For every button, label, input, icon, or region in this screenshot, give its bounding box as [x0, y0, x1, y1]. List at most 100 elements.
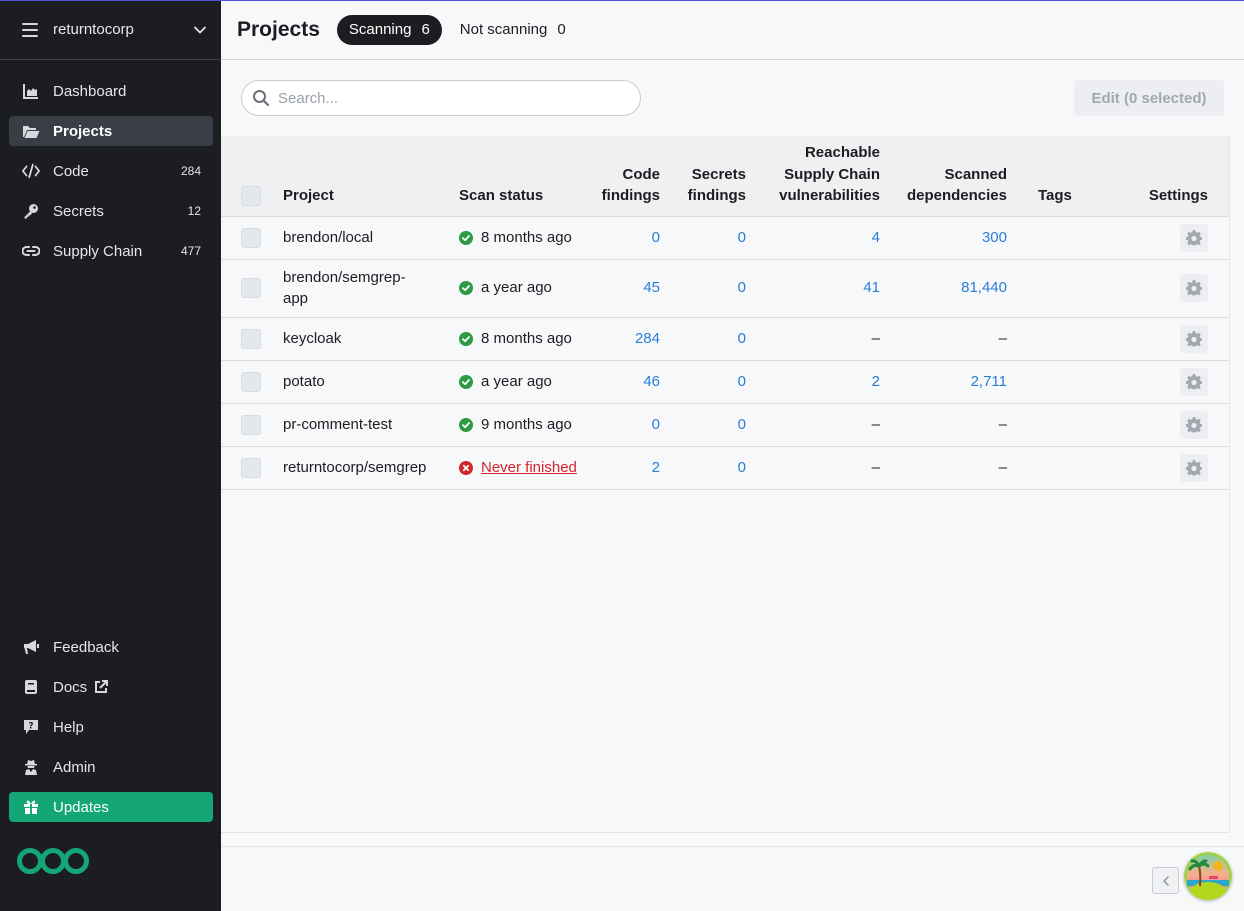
sidebar-item-projects[interactable]: Projects	[9, 116, 213, 146]
header-line: Reachable	[804, 144, 880, 161]
row-checkbox[interactable]	[241, 371, 261, 392]
scan-time: 8 months ago	[481, 329, 572, 347]
scanned-deps-link[interactable]: 300	[982, 229, 1007, 246]
search-input[interactable]	[278, 89, 640, 107]
reachable-vulns-link[interactable]: 41	[863, 279, 880, 296]
tab-label: Scanning	[348, 21, 412, 38]
project-name-line: app	[283, 290, 309, 307]
row-checkbox[interactable]	[241, 227, 261, 248]
scan-failed-link[interactable]: Never finished	[481, 457, 577, 479]
key-icon	[22, 202, 40, 220]
tab-not-scanning[interactable]: Not scanning 0	[448, 15, 578, 45]
search-box[interactable]	[241, 80, 641, 116]
code-findings-link[interactable]: 284	[635, 330, 660, 347]
tags-cell	[1009, 259, 1108, 318]
main-nav: Dashboard Projects Code 284 Secrets 12 S…	[0, 60, 221, 266]
sidebar-item-label: Supply Chain	[53, 242, 143, 260]
question-comment-icon: ?	[22, 718, 40, 736]
sidebar-item-dashboard[interactable]: Dashboard	[9, 76, 213, 106]
code-findings-link[interactable]: 0	[652, 416, 660, 433]
reachable-vulns-link[interactable]: 4	[872, 229, 880, 246]
project-settings-button[interactable]	[1180, 367, 1208, 396]
scanned-deps-link[interactable]: 81,440	[961, 279, 1007, 296]
project-name[interactable]: brendon/semgrep- app	[283, 259, 459, 318]
column-header-secrets-findings[interactable]: Secrets findings	[662, 136, 748, 217]
sidebar-item-feedback[interactable]: Feedback	[9, 632, 213, 662]
sidebar-item-updates[interactable]: Updates	[9, 792, 213, 822]
org-switcher[interactable]: returntocorp	[0, 0, 221, 60]
row-checkbox[interactable]	[241, 457, 261, 478]
secrets-findings-link[interactable]: 0	[738, 330, 746, 347]
tab-count: 0	[557, 21, 566, 38]
check-circle-icon	[459, 281, 473, 295]
secrets-findings-link[interactable]: 0	[738, 416, 746, 433]
sidebar-item-label: Help	[53, 718, 84, 736]
tags-cell	[1009, 317, 1108, 361]
code-findings-link[interactable]: 45	[643, 279, 660, 296]
column-header-scanned-deps[interactable]: Scanned dependencies	[882, 136, 1009, 217]
project-settings-button[interactable]	[1180, 453, 1208, 482]
project-name[interactable]: returntocorp/semgrep	[283, 446, 459, 490]
collapse-panel-button[interactable]	[1152, 867, 1179, 894]
scanned-deps-link[interactable]: 2,711	[971, 373, 1007, 390]
sidebar-item-secrets[interactable]: Secrets 12	[9, 196, 213, 226]
secrets-findings-link[interactable]: 0	[738, 373, 746, 390]
megaphone-icon	[22, 638, 40, 656]
island-avatar-icon	[1184, 852, 1232, 900]
book-icon	[22, 678, 40, 696]
column-header-reachable-vulns[interactable]: Reachable Supply Chain vulnerabilities	[748, 136, 882, 217]
project-name[interactable]: keycloak	[283, 317, 459, 361]
select-all-checkbox[interactable]	[241, 186, 261, 207]
tab-scanning[interactable]: Scanning 6	[336, 14, 442, 45]
chevron-left-icon	[1162, 875, 1169, 886]
user-avatar[interactable]	[1184, 852, 1232, 900]
table-row: brendon/local 8 months ago 0 0 4 300	[221, 216, 1229, 260]
sidebar-item-admin[interactable]: Admin	[9, 752, 213, 782]
project-name[interactable]: potato	[283, 360, 459, 404]
sidebar-item-code[interactable]: Code 284	[9, 156, 213, 186]
scan-time: 8 months ago	[481, 228, 572, 246]
project-settings-button[interactable]	[1180, 324, 1208, 353]
check-circle-icon	[459, 331, 473, 346]
sidebar-item-label: Secrets	[53, 202, 104, 220]
sidebar-item-help[interactable]: ? Help	[9, 712, 213, 742]
code-count-badge: 284	[180, 164, 201, 178]
project-name[interactable]: pr-comment-test	[283, 403, 459, 447]
column-header-tags: Tags	[1009, 136, 1108, 217]
project-settings-button[interactable]	[1180, 223, 1208, 252]
hamburger-menu-icon[interactable]	[22, 22, 38, 37]
secrets-findings-link[interactable]: 0	[738, 229, 746, 246]
project-settings-button[interactable]	[1180, 274, 1208, 302]
sidebar-item-label: Docs	[53, 678, 88, 696]
sidebar-item-docs[interactable]: Docs	[9, 672, 213, 702]
check-circle-icon	[459, 374, 473, 389]
tags-cell	[1009, 403, 1108, 447]
edit-selected-button[interactable]: Edit (0 selected)	[1074, 80, 1224, 116]
project-settings-button[interactable]	[1180, 410, 1208, 439]
row-checkbox[interactable]	[241, 328, 261, 349]
header-line: Code	[622, 165, 661, 183]
scan-time: 9 months ago	[481, 415, 572, 433]
semgrep-logo[interactable]	[17, 846, 89, 876]
code-findings-link[interactable]: 46	[643, 373, 660, 390]
table-row: keycloak 8 months ago 284 0 – –	[221, 317, 1229, 361]
column-header-scan-status[interactable]: Scan status	[459, 136, 599, 217]
code-findings-link[interactable]: 0	[652, 229, 660, 246]
project-name[interactable]: brendon/local	[283, 216, 459, 260]
user-secret-icon	[22, 758, 40, 776]
sidebar-item-supply-chain[interactable]: Supply Chain 477	[9, 236, 213, 266]
column-header-code-findings[interactable]: Code findings	[599, 136, 662, 217]
secrets-findings-link[interactable]: 0	[738, 459, 746, 476]
sidebar-item-label: Dashboard	[53, 82, 127, 100]
tags-cell	[1009, 446, 1108, 490]
row-checkbox[interactable]	[241, 414, 261, 435]
row-checkbox[interactable]	[241, 278, 261, 299]
reachable-vulns-link[interactable]: 2	[872, 373, 880, 390]
secrets-findings-link[interactable]: 0	[738, 279, 746, 296]
chevron-down-icon[interactable]	[193, 23, 207, 37]
gear-icon	[1186, 330, 1202, 346]
code-findings-link[interactable]: 2	[652, 459, 660, 476]
column-header-project[interactable]: Project	[283, 136, 459, 217]
gift-icon	[22, 798, 40, 816]
scan-status: 9 months ago	[459, 414, 599, 436]
